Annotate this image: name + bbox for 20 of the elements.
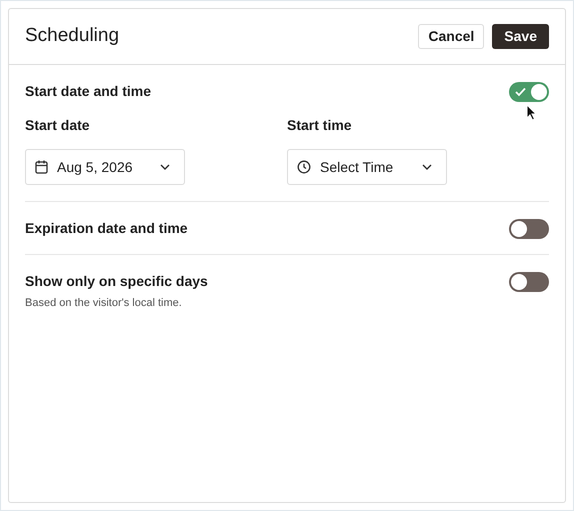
- toggle-switch[interactable]: [509, 272, 549, 292]
- chevron-down-icon: [422, 164, 432, 170]
- hint-text: Based on the visitor's local time.: [25, 296, 183, 311]
- date-picker[interactable]: Aug 5, 2026: [25, 149, 185, 185]
- save-button[interactable]: Save: [492, 24, 549, 49]
- chevron-down-icon: [160, 164, 170, 170]
- toggle-switch[interactable]: [509, 82, 549, 102]
- field-label: Start time: [287, 116, 353, 135]
- time-picker[interactable]: Select Time: [287, 149, 447, 185]
- section-title: Show only on specific days: [25, 272, 208, 291]
- dialog-title: Scheduling: [25, 24, 120, 48]
- cancel-button[interactable]: Cancel: [418, 24, 484, 49]
- mouse-pointer-icon: [526, 104, 537, 121]
- section-title: Start date and time: [25, 82, 152, 101]
- calendar-icon: [35, 160, 48, 174]
- toggle-switch[interactable]: [509, 218, 549, 238]
- clock-icon: [297, 160, 311, 174]
- section-title: Expiration date and time: [25, 219, 188, 238]
- check-icon: [515, 86, 526, 96]
- field-label: Start date: [25, 116, 91, 135]
